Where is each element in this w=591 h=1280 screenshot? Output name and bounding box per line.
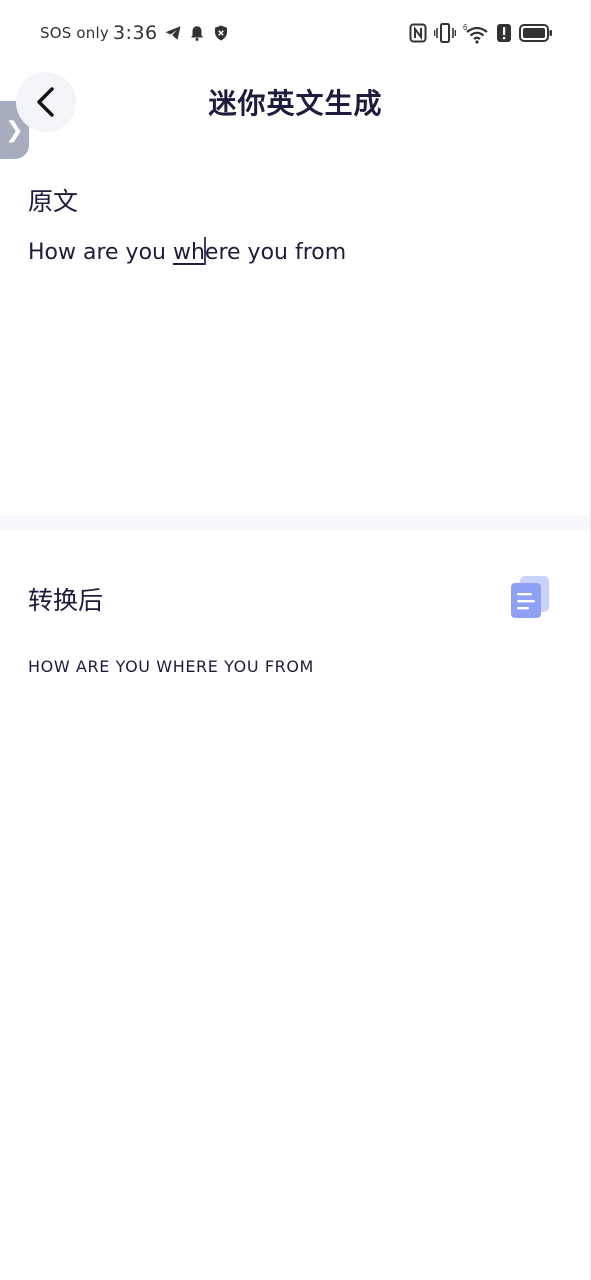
telegram-icon	[165, 26, 181, 40]
carrier-text: SOS only	[40, 24, 109, 42]
result-text: HOW ARE YOU WHERE YOU FROM	[28, 657, 314, 676]
result-label: 转换后	[28, 586, 104, 615]
shield-icon	[214, 25, 227, 41]
page-title: 迷你英文生成	[208, 87, 383, 120]
status-left: SOS only 3:36	[40, 20, 230, 46]
status-bar: SOS only 3:36 6	[0, 0, 591, 66]
source-text-before: How are you	[28, 240, 173, 265]
source-label: 原文	[28, 187, 79, 216]
nfc-icon	[409, 23, 427, 43]
wifi-icon: 6	[463, 23, 488, 44]
source-composing-text: wh	[172, 240, 205, 265]
battery-icon	[519, 24, 552, 42]
section-divider	[0, 515, 591, 531]
screen: SOS only 3:36 6 ❯ 迷你英文生成 原文 How are you …	[0, 0, 591, 1280]
vibrate-icon	[434, 23, 456, 43]
alert-icon	[497, 24, 511, 42]
source-input[interactable]: How are you where you from	[28, 237, 568, 265]
copy-button[interactable]	[508, 574, 552, 620]
bell-icon	[190, 26, 203, 41]
status-right: 6	[409, 22, 553, 44]
copy-icon	[511, 576, 549, 618]
source-text-after: ere you from	[204, 240, 347, 265]
clock: 3:36	[112, 22, 158, 44]
